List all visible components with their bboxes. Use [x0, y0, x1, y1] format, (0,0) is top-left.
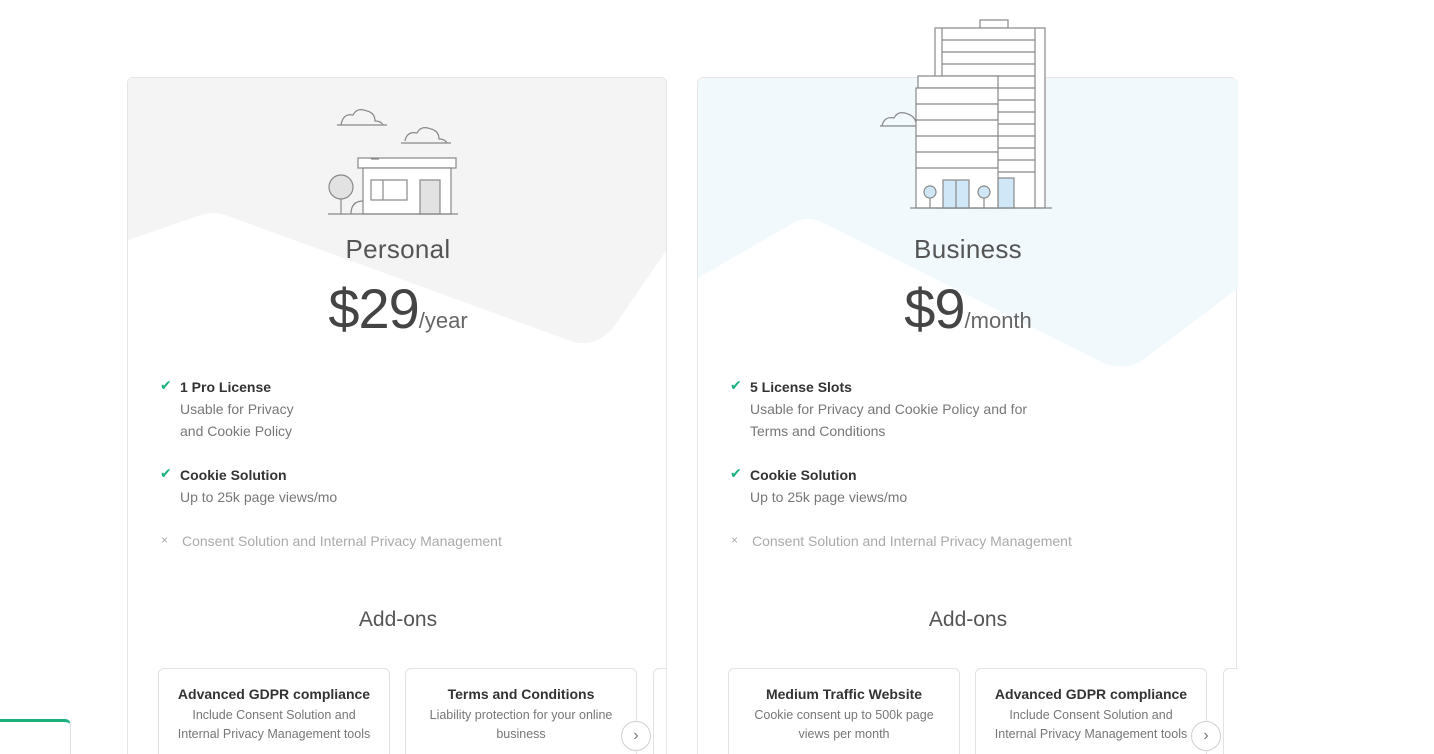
feature-title: Cookie Solution — [180, 467, 287, 483]
price-amount: $29 — [328, 277, 419, 340]
chat-widget-tab[interactable] — [0, 719, 71, 754]
addons-next-button[interactable]: › — [621, 721, 651, 751]
plan-card-business: Business $9/month ✔ 5 License Slots Usab… — [697, 19, 1238, 754]
addon-card[interactable]: Advanced GDPR compliance Include Consent… — [975, 668, 1207, 754]
chevron-right-icon: › — [1203, 727, 1209, 744]
addon-card-peek[interactable] — [653, 668, 666, 754]
addon-title: Terms and Conditions — [447, 686, 595, 702]
addon-card[interactable]: Advanced GDPR compliance Include Consent… — [158, 668, 390, 754]
addon-title: Advanced GDPR compliance — [177, 686, 371, 702]
addon-title: Medium Traffic Website — [765, 686, 923, 702]
feature-list: ✔ 5 License Slots Usable for Privacy and… — [728, 376, 1208, 574]
cross-icon: × — [161, 533, 169, 547]
feature-desc: and Cookie Policy — [180, 423, 293, 439]
feature-item: ✔ 1 Pro License Usable for Privacy and C… — [158, 376, 638, 442]
feature-title: 5 License Slots — [750, 379, 852, 395]
feature-list: ✔ 1 Pro License Usable for Privacy and C… — [158, 376, 638, 574]
addon-title: Advanced GDPR compliance — [994, 686, 1188, 702]
feature-item: ✔ Cookie Solution Up to 25k page views/m… — [158, 464, 638, 508]
cross-icon: × — [731, 533, 739, 547]
feature-title: Consent Solution and Internal Privacy Ma… — [182, 533, 502, 549]
plan-name: Business — [914, 234, 1022, 264]
chevron-right-icon: › — [633, 727, 639, 744]
feature-item-excluded: × Consent Solution and Internal Privacy … — [158, 530, 638, 552]
addons-next-button[interactable]: › — [1191, 721, 1221, 751]
office-building-illustration — [880, 19, 1052, 209]
feature-item: ✔ Cookie Solution Up to 25k page views/m… — [728, 464, 1208, 508]
check-icon: ✔ — [730, 377, 742, 393]
addon-card[interactable]: Medium Traffic Website Cookie consent up… — [728, 668, 960, 754]
plan-name: Personal — [345, 234, 451, 264]
check-icon: ✔ — [730, 465, 742, 481]
feature-item-excluded: × Consent Solution and Internal Privacy … — [728, 530, 1208, 552]
addon-card-peek[interactable] — [1223, 668, 1238, 754]
addons-title: Add-ons — [928, 608, 1008, 631]
addon-desc: Include Consent Solution and Internal Pr… — [177, 708, 371, 741]
check-icon: ✔ — [160, 377, 172, 393]
pricing-page: Personal $29/year ✔ 1 Pro License Usable… — [0, 0, 1434, 754]
feature-title: Cookie Solution — [750, 467, 857, 483]
addon-desc: Include Consent Solution and Internal Pr… — [994, 708, 1188, 741]
addon-desc: Cookie consent up to 500k page views per… — [754, 708, 934, 741]
plan-price: $29/year — [128, 276, 666, 341]
addon-card[interactable]: Terms and Conditions Liability protectio… — [405, 668, 637, 754]
price-amount: $9 — [904, 277, 965, 340]
plan-card-personal: Personal $29/year ✔ 1 Pro License Usable… — [127, 77, 667, 754]
price-period: /year — [418, 308, 468, 333]
plan-price: $9/month — [698, 276, 1238, 341]
feature-desc: Terms and Conditions — [750, 423, 886, 439]
addon-desc: Liability protection for your online bus… — [429, 708, 613, 741]
feature-desc: Usable for Privacy — [180, 401, 294, 417]
feature-title: Consent Solution and Internal Privacy Ma… — [752, 533, 1072, 549]
feature-desc: Usable for Privacy and Cookie Policy and… — [750, 401, 1028, 417]
addons-title: Add-ons — [358, 608, 438, 631]
check-icon: ✔ — [160, 465, 172, 481]
feature-desc: Up to 25k page views/mo — [180, 489, 338, 505]
house-illustration — [328, 109, 458, 215]
feature-title: 1 Pro License — [180, 379, 272, 395]
feature-desc: Up to 25k page views/mo — [750, 489, 908, 505]
price-period: /month — [964, 308, 1032, 333]
feature-item: ✔ 5 License Slots Usable for Privacy and… — [728, 376, 1208, 442]
